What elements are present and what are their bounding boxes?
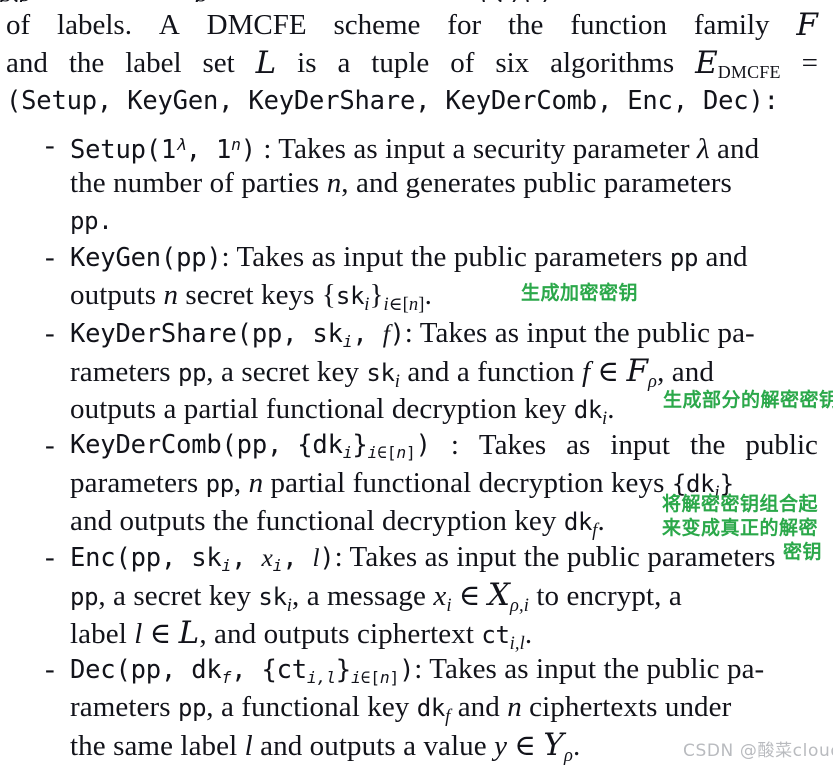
algorithm-name-dec: Dec(pp, dkf, {cti,l}i∈[n]) [70,655,415,688]
intro-line-1: of labels. A DMCFE scheme for the functi… [6,8,818,42]
intro-word-function: function [570,9,667,41]
intro-word-a: A [158,9,180,41]
bullet-setup-line-1: Setup(1λ, 1n) : Takes as input a securit… [70,128,759,167]
keydershare-text-1: : Takes as input the public pa- [404,317,755,349]
bullet-marker-keydershare: - [45,317,55,349]
annotation-keydercomb-line-3: 密钥 [783,541,823,563]
subscript-dmcfe: DMCFE [717,62,781,83]
bullet-marker-dec: - [45,653,55,685]
symbol-script-E-dmcfe: EDMCFE [695,45,781,83]
setup-text-1: : Takes as input a security parameter λ … [263,133,760,166]
bullet-enc-line-1: Enc(pp, ski, xi, l): Takes as input the … [70,540,776,583]
symbol-script-L: L [255,45,277,81]
intro-word-set: set [202,47,235,79]
intro-line-2: and the label set L is a tuple of six al… [6,46,818,89]
clipped-top-line: ρ,p ρ ( , ) ( ) [0,0,833,2]
clipped-fragment-right: ( , ) ( ) [481,0,549,2]
bullet-setup-line-3: pp. [70,207,113,235]
intro-word-the: the [508,9,544,41]
bullet-dec-line-3: the same label l and outputs a value y ∈… [70,727,581,766]
keydercomb-w2: as [566,429,591,461]
intro-word-labels: labels. [57,9,132,41]
intro-word-family: family [693,9,770,41]
intro-word-is: is [297,47,317,79]
algorithm-name-enc: Enc(pp, ski, xi, l) [70,543,335,576]
math-n: n [326,167,342,199]
keydercomb-w3: input [610,429,670,461]
intro-word-algorithms: algorithms [550,47,675,79]
bullet-marker-keygen: - [45,241,55,273]
math-n-keygen: n [163,279,179,311]
intro-word-of2: of [450,47,475,79]
annotation-keydercomb-line-2: 来变成真正的解密 [662,517,819,539]
dec-text-1: : Takes as input the public pa- [414,653,765,685]
annotation-keydercomb-line-1: 将解密密钥组合起 [662,493,819,515]
annotation-keydershare: 生成部分的解密密钥 [663,389,833,411]
intro-equals: = [801,47,818,79]
algorithm-name-setup: Setup(1λ, 1n) [70,135,256,166]
algorithm-name-keygen: KeyGen(pp) [70,243,222,273]
algorithm-name-keydershare: KeyDerShare(pp, ski, f) [70,319,405,352]
intro-word-the2: the [68,47,105,79]
intro-word-a2: a [337,47,351,79]
keydercomb-text-colon: : [450,429,459,461]
intro-word-six: six [495,47,530,79]
bullet-setup-line-2: the number of parties n, and generates p… [70,167,732,199]
intro-word-scheme: scheme [333,9,421,41]
intro-word-and: and [6,47,48,79]
bullet-keydercomb-line-1: KeyDerComb(pp, {dki}i∈[n]): Takes as inp… [70,428,818,470]
bullet-keygen-line-1: KeyGen(pp): Takes as input the public pa… [70,240,748,275]
clipped-fragment-left: ρ,p [0,0,32,2]
intro-word-tuple: tuple [371,47,430,79]
enc-text-1: : Takes as input the public parameters [334,541,776,573]
symbol-script-F: F [796,7,818,43]
csdn-watermark: CSDN @酸菜cloud [683,741,833,761]
math-sk-set: {ski}i∈[n]. [321,279,432,315]
keydercomb-w5: public [745,429,818,461]
intro-word-for: for [447,9,482,41]
intro-line-3-algorithm-tuple: (Setup, KeyGen, KeyDerShare, KeyDerComb,… [6,86,779,116]
clipped-fragment-mid: ρ [196,0,209,2]
intro-word-of: of [6,9,31,41]
bullet-keydershare-line-1: KeyDerShare(pp, ski, f): Takes as input … [70,316,755,359]
bullet-dec-line-1: Dec(pp, dkf, {cti,l}i∈[n]): Takes as inp… [70,652,764,695]
intro-word-label: label [125,47,182,79]
keydercomb-w1: Takes [478,429,547,461]
bullet-marker-setup: - [45,129,55,161]
keygen-text-1: : Takes as input the public parameters p… [221,241,748,273]
annotation-keygen: 生成加密密钥 [521,282,639,304]
paper-page: ρ,p ρ ( , ) ( ) of labels. A DMCFE schem… [0,0,833,766]
bullet-marker-enc: - [45,541,55,573]
keydercomb-w4: the [689,429,726,461]
algorithm-name-keydercomb: KeyDerComb(pp, {dki}i∈[n]) [70,430,431,463]
bullet-marker-keydercomb: - [45,429,55,461]
intro-word-dmcfe: DMCFE [206,9,307,41]
